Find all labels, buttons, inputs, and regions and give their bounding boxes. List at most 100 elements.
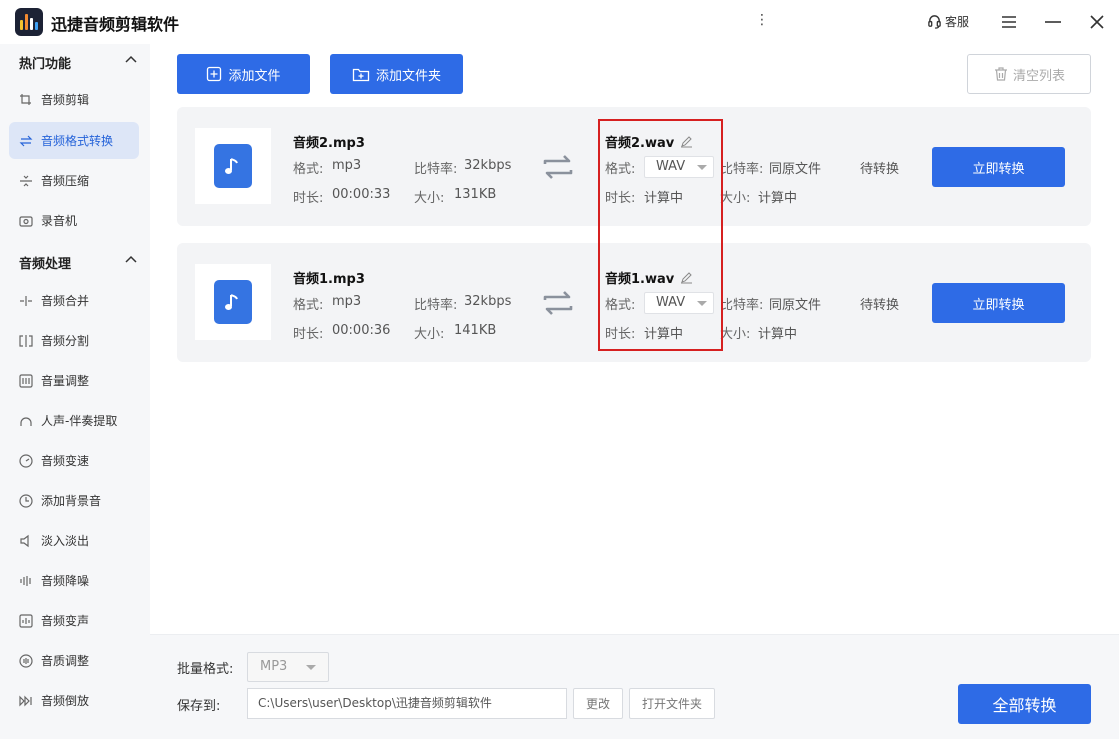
drag-handle-icon[interactable]: ⋮ (755, 12, 769, 28)
convert-now-button[interactable]: 立即转换 (932, 147, 1065, 187)
sidebar-item-fade[interactable]: 淡入淡出 (9, 522, 139, 559)
format-value: mp3 (332, 158, 362, 173)
add-file-icon (207, 66, 222, 82)
sidebar-item-label: 音频变声 (41, 614, 90, 628)
headset-icon (928, 15, 941, 29)
quality-icon (19, 653, 33, 668)
duration-value: 00:00:33 (332, 187, 391, 202)
file-thumbnail (195, 264, 271, 340)
save-path-input[interactable]: C:\Users\user\Desktop\迅捷音频剪辑软件 (247, 688, 567, 719)
sidebar-item-vocal-extract[interactable]: 人声-伴奏提取 (9, 402, 139, 439)
sidebar-item-label: 音频分割 (41, 334, 90, 348)
compress-icon (19, 174, 33, 188)
duration-label: 时长: (293, 327, 324, 342)
music-note-icon (214, 144, 252, 188)
save-to-label: 保存到: (177, 699, 221, 714)
convert-all-button[interactable]: 全部转换 (958, 684, 1091, 724)
open-folder-button[interactable]: 打开文件夹 (629, 688, 715, 719)
app-logo-icon (15, 8, 43, 36)
denoise-icon (19, 574, 33, 588)
duration-value: 00:00:36 (332, 323, 391, 338)
app-title: 迅捷音频剪辑软件 (51, 15, 180, 34)
convert-arrow-icon (543, 155, 573, 179)
sidebar-item-label: 音频格式转换 (41, 134, 114, 148)
volume-icon (19, 373, 33, 388)
sidebar-item-audio-cut[interactable]: 音频剪辑 (9, 81, 139, 118)
dropdown-arrow-icon (306, 665, 316, 670)
trash-icon (994, 67, 1007, 81)
section-hot-features[interactable]: 热门功能 (19, 53, 139, 73)
add-file-button[interactable]: 添加文件 (177, 54, 310, 94)
sidebar-item-denoise[interactable]: 音频降噪 (9, 562, 139, 599)
bitrate-value: 32kbps (464, 158, 512, 173)
status-text: 待转换 (860, 298, 900, 313)
add-folder-label: 添加文件夹 (375, 68, 441, 84)
menu-icon (1002, 16, 1016, 28)
sidebar-item-label: 音频压缩 (41, 174, 90, 188)
sidebar-item-split[interactable]: 音频分割 (9, 322, 139, 359)
sidebar-item-recorder[interactable]: 录音机 (9, 202, 139, 239)
clear-list-button[interactable]: 清空列表 (967, 54, 1091, 94)
convert-arrow-icon (543, 291, 573, 315)
customer-service-button[interactable]: 客服 (927, 13, 969, 30)
output-bitrate-value: 同原文件 (769, 162, 822, 177)
reverse-icon (19, 694, 33, 708)
section-audio-processing[interactable]: 音频处理 (19, 253, 139, 273)
sidebar-item-voice-change[interactable]: 音频变声 (9, 602, 139, 639)
sidebar-item-add-bgm[interactable]: 添加背景音 (9, 482, 139, 519)
sidebar-item-merge[interactable]: 音频合并 (9, 282, 139, 319)
convert-now-button[interactable]: 立即转换 (932, 283, 1065, 323)
sidebar-item-label: 音频降噪 (41, 574, 90, 588)
highlight-annotation-box (598, 119, 723, 351)
chevron-up-icon (125, 255, 137, 263)
change-path-button[interactable]: 更改 (573, 688, 623, 719)
close-icon (1090, 15, 1104, 29)
sidebar-item-label: 淡入淡出 (41, 534, 90, 548)
batch-format-value: MP3 (260, 659, 288, 674)
bitrate-label: 比特率: (414, 162, 458, 177)
size-value: 131KB (454, 187, 497, 202)
format-value: mp3 (332, 294, 362, 309)
sidebar-item-label: 音频倒放 (41, 694, 90, 708)
close-button[interactable] (1085, 10, 1109, 34)
bitrate-label: 比特率: (414, 298, 458, 313)
fade-icon (19, 534, 33, 548)
sidebar-item-quality[interactable]: 音质调整 (9, 642, 139, 679)
batch-format-select[interactable]: MP3 (247, 652, 329, 682)
batch-format-label: 批量格式: (177, 662, 234, 677)
size-value: 141KB (454, 323, 497, 338)
sidebar-item-label: 音频剪辑 (41, 93, 90, 107)
duration-label: 时长: (293, 191, 324, 206)
sidebar-item-label: 音质调整 (41, 654, 90, 668)
menu-button[interactable] (997, 10, 1021, 34)
file-thumbnail (195, 128, 271, 204)
output-size-label: 大小: (720, 327, 751, 342)
sidebar-item-label: 音量调整 (41, 374, 90, 388)
format-label: 格式: (293, 298, 324, 313)
sidebar-item-volume[interactable]: 音量调整 (9, 362, 139, 399)
sidebar-item-label: 人声-伴奏提取 (41, 414, 118, 428)
chevron-up-icon (125, 55, 137, 63)
sidebar-item-compress[interactable]: 音频压缩 (9, 162, 139, 199)
add-folder-button[interactable]: 添加文件夹 (330, 54, 463, 94)
size-label: 大小: (414, 191, 445, 206)
voice-change-icon (19, 613, 33, 628)
recorder-icon (19, 214, 33, 228)
sidebar-item-label: 录音机 (41, 214, 78, 228)
vocal-icon (19, 414, 33, 428)
convert-icon (19, 134, 33, 148)
size-label: 大小: (414, 327, 445, 342)
output-size-label: 大小: (720, 191, 751, 206)
output-bitrate-value: 同原文件 (769, 298, 822, 313)
bgm-icon (19, 493, 33, 508)
sidebar-item-speed[interactable]: 音频变速 (9, 442, 139, 479)
clear-list-label: 清空列表 (1012, 68, 1065, 84)
split-icon (19, 334, 33, 348)
speed-icon (19, 453, 33, 468)
sidebar-item-reverse[interactable]: 音频倒放 (9, 682, 139, 719)
section-title: 热门功能 (19, 57, 72, 72)
file-name: 音频1.mp3 (293, 272, 365, 287)
sidebar-item-format-convert[interactable]: 音频格式转换 (9, 122, 139, 159)
minimize-button[interactable] (1041, 10, 1065, 34)
format-label: 格式: (293, 162, 324, 177)
